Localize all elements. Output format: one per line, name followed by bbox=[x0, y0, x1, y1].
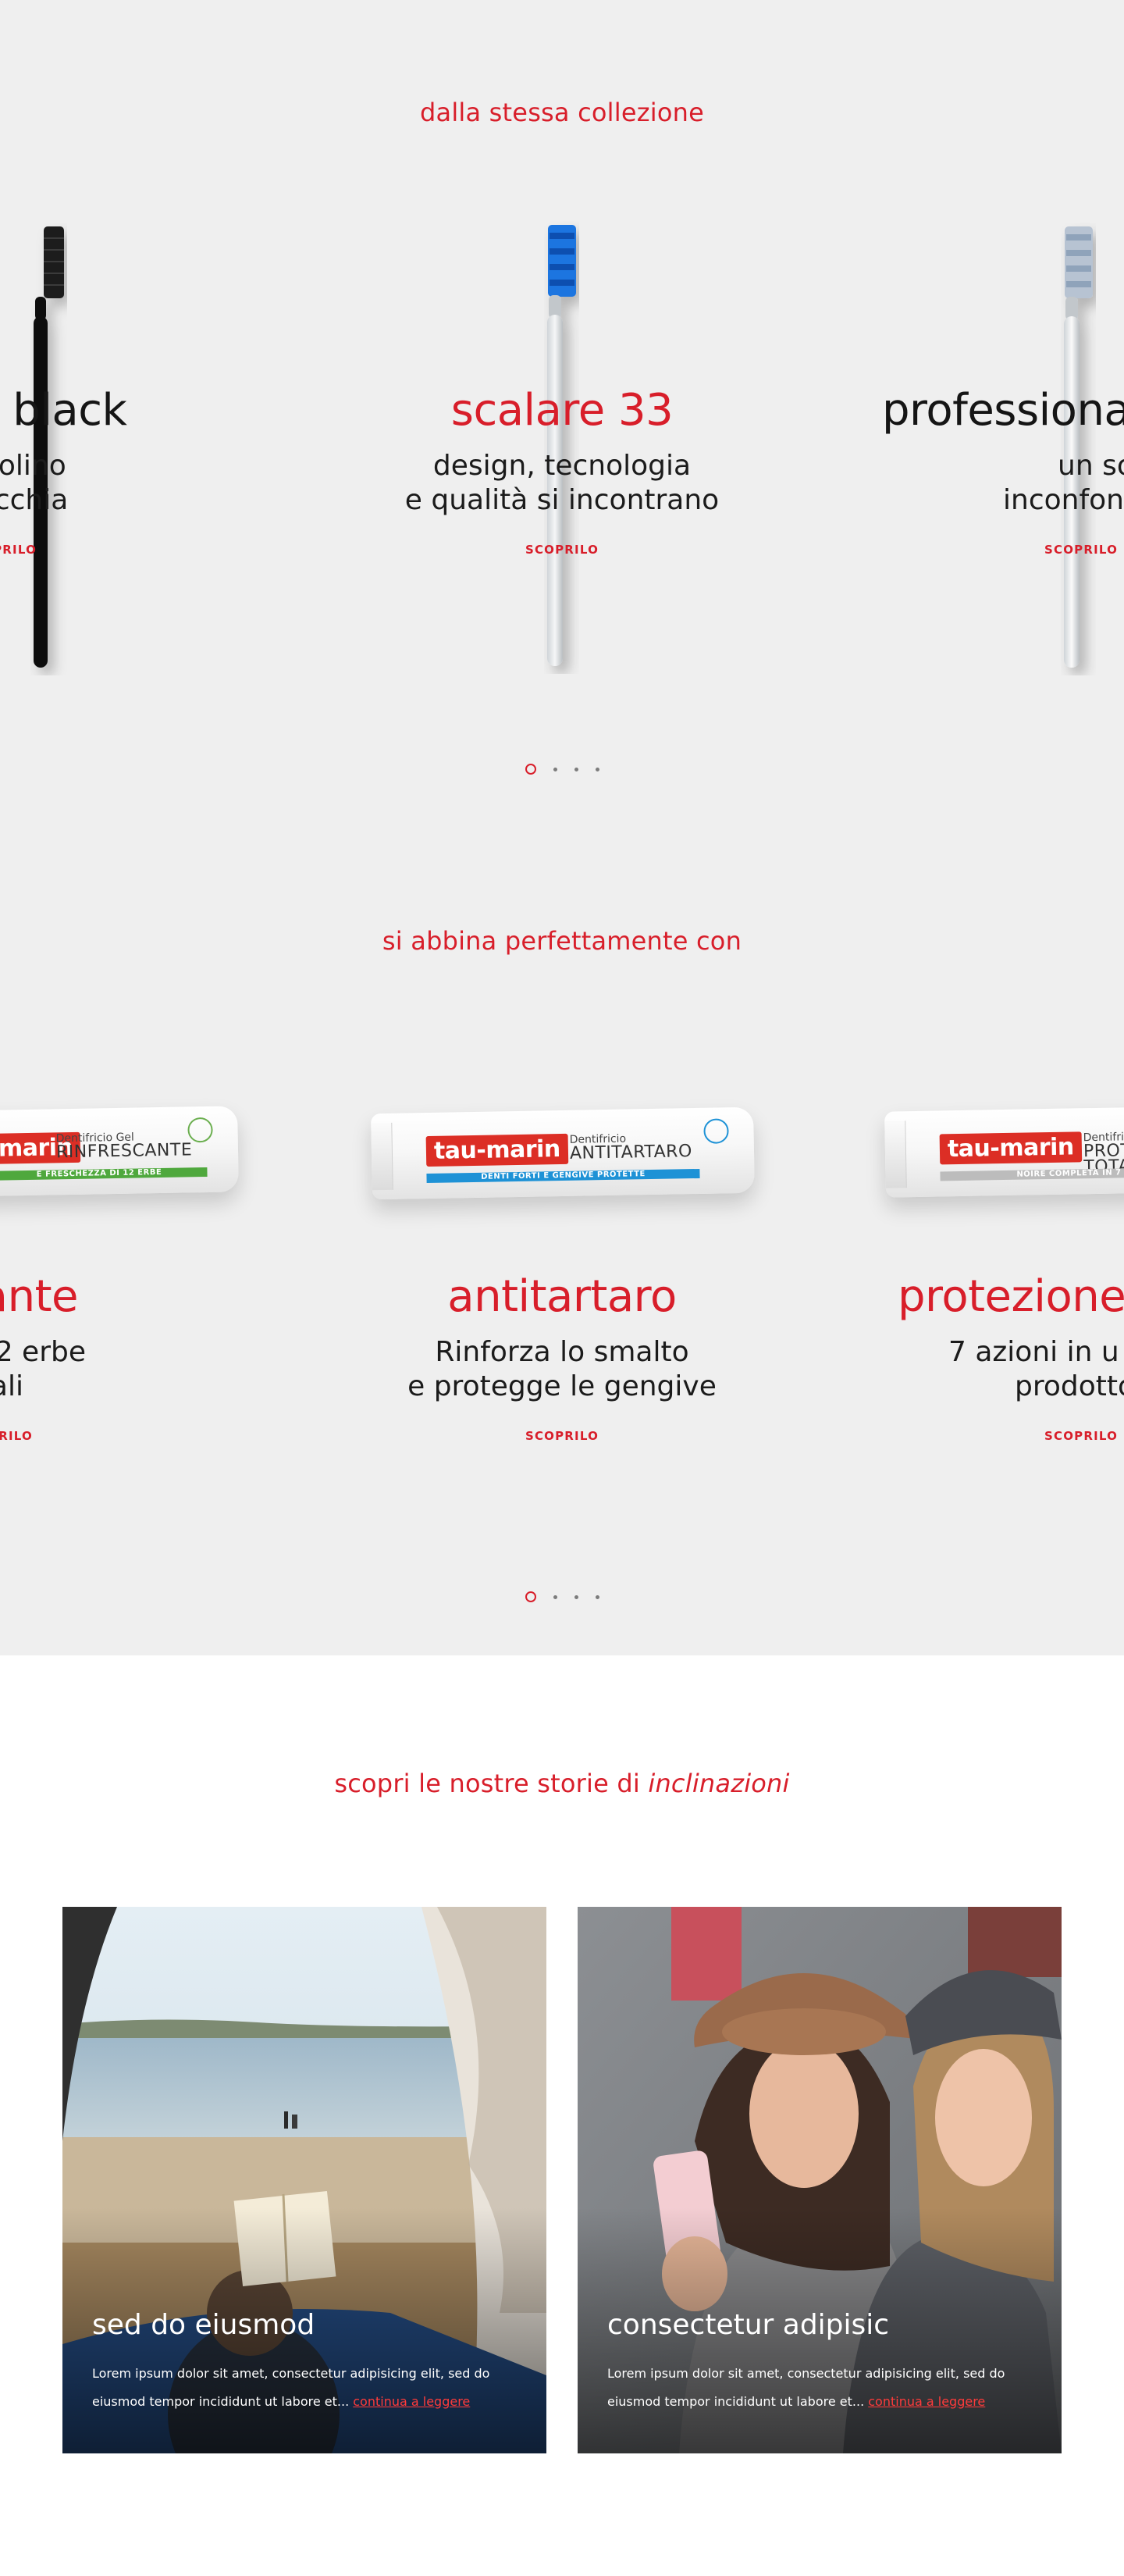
read-more-link[interactable]: continua a leggere bbox=[868, 2394, 985, 2409]
carousel-dot-1[interactable] bbox=[525, 1591, 536, 1602]
scoprilo-link[interactable]: SCOPRILO bbox=[525, 1429, 599, 1443]
story-excerpt: Lorem ipsum dolor sit amet, consectetur … bbox=[92, 2366, 490, 2409]
carousel-dot-1[interactable] bbox=[525, 764, 536, 775]
toothpaste-protezione-image: tau-marin Dentifricio PROTE TOTAL NOIRE … bbox=[884, 1106, 1124, 1198]
carousel-dot-3[interactable] bbox=[574, 767, 578, 771]
scoprilo-link[interactable]: SCOPRILO bbox=[1044, 543, 1118, 557]
collection-slide-desc: design, tecnologia e qualità si incontra… bbox=[404, 449, 720, 516]
toothpaste-antitartaro-image: tau-marin Dentifricio ANTITARTARO DENTI … bbox=[371, 1106, 755, 1200]
collection-slide-professional: professiona un sorris inconfondi SCOPRIL… bbox=[882, 387, 1124, 557]
pairing-slide-antitartaro: antitartaro Rinforza lo smalto e protegg… bbox=[312, 1273, 812, 1443]
pairing-slide-desc: za di 12 erbe fficinali bbox=[0, 1335, 86, 1402]
toothpaste-rinfrescante-image: marin Dentifricio Gel RINFRESCANTE E FRE… bbox=[0, 1106, 239, 1198]
story-excerpt: Lorem ipsum dolor sit amet, consectetur … bbox=[607, 2366, 1005, 2409]
carousel-dot-4[interactable] bbox=[595, 767, 599, 771]
pairing-title: si abbina perfettamente con bbox=[382, 926, 742, 956]
carousel-dot-2[interactable] bbox=[553, 1594, 557, 1599]
collection-slide-name: sional black bbox=[0, 385, 127, 436]
story-card-1[interactable]: sed do eiusmod Lorem ipsum dolor sit ame… bbox=[62, 1907, 546, 2453]
story-title: consectetur adipisic bbox=[607, 2309, 890, 2341]
carousel-dot-2[interactable] bbox=[553, 767, 557, 771]
brand-logo: tau-marin bbox=[425, 1133, 569, 1167]
collection-title: dalla stessa collezione bbox=[420, 98, 704, 127]
pairing-slide-name: rescante bbox=[0, 1271, 79, 1322]
carousel-dot-4[interactable] bbox=[595, 1594, 599, 1599]
tooth-shield-icon bbox=[703, 1118, 729, 1144]
collection-slide-black: sional black pazzolino i-macchia SCOPRIL… bbox=[0, 385, 250, 557]
pairing-slide-protezione: protezione 7 azioni in u prodotto SCOPRI… bbox=[898, 1273, 1124, 1443]
pairing-slide-desc: Rinforza lo smalto e protegge le gengive bbox=[407, 1335, 717, 1402]
brand-logo: tau-marin bbox=[939, 1131, 1083, 1165]
pairing-carousel-dots bbox=[0, 1591, 1124, 1602]
carousel-dot-3[interactable] bbox=[574, 1594, 578, 1599]
collection-slide-name: scalare 33 bbox=[450, 385, 674, 436]
collection-slide-scalare: scalare 33 design, tecnologia e qualità … bbox=[312, 387, 812, 557]
story-card-2[interactable]: consectetur adipisic Lorem ipsum dolor s… bbox=[578, 1907, 1062, 2453]
products-section: dalla stessa collezione black olino cchi… bbox=[0, 0, 1124, 1655]
scoprilo-link[interactable]: SCOPRILO bbox=[0, 543, 37, 557]
scoprilo-link[interactable]: SCOPRILO bbox=[525, 543, 599, 557]
herb-leaf-icon bbox=[187, 1117, 213, 1143]
scoprilo-link[interactable]: SCOPRILO bbox=[0, 1429, 33, 1443]
collection-slide-name: professiona bbox=[882, 385, 1124, 436]
collection-carousel-dots bbox=[0, 764, 1124, 775]
pairing-slide-desc: 7 azioni in u prodotto bbox=[948, 1335, 1124, 1402]
scoprilo-link[interactable]: SCOPRILO bbox=[1044, 1429, 1118, 1443]
collection-slide-desc: pazzolino i-macchia bbox=[0, 449, 69, 516]
collection-slide-desc: un sorris inconfondi bbox=[1003, 449, 1124, 516]
pairing-slide-rinfrescante: rescante za di 12 erbe fficinali SCOPRIL… bbox=[0, 1273, 203, 1443]
read-more-link[interactable]: continua a leggere bbox=[353, 2394, 470, 2409]
stories-title: scopri le nostre storie di inclinazioni bbox=[334, 1769, 790, 1798]
pairing-slide-name: antitartaro bbox=[447, 1271, 677, 1322]
story-title: sed do eiusmod bbox=[92, 2309, 315, 2341]
pairing-slide-name: protezione bbox=[898, 1271, 1124, 1322]
